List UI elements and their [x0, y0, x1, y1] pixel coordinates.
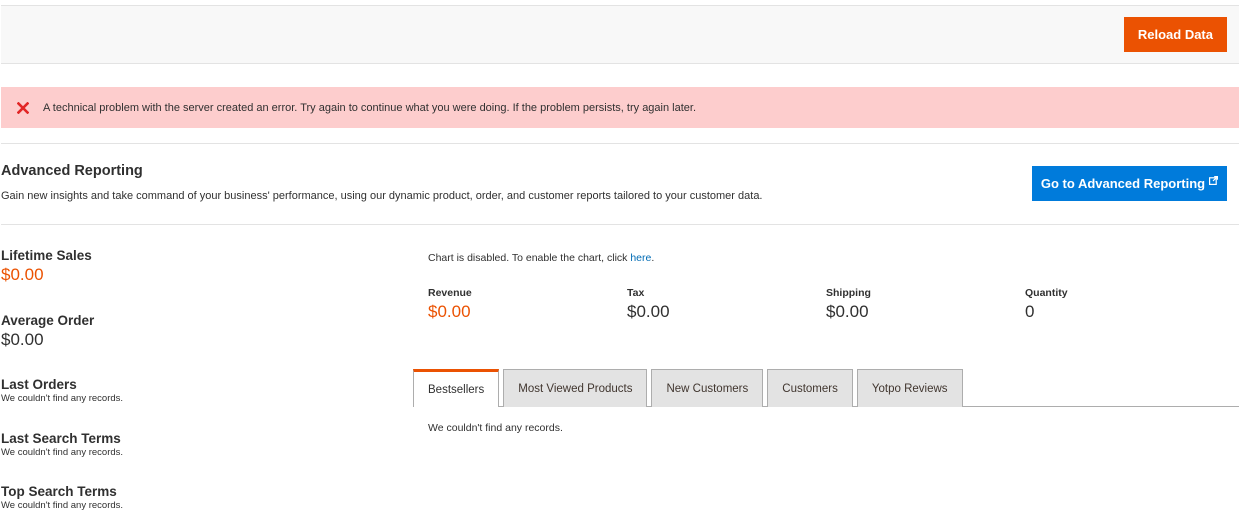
divider [1, 224, 1239, 225]
advanced-reporting-description: Gain new insights and take command of yo… [1, 190, 763, 202]
page-actions-toolbar: Reload Data [1, 5, 1239, 64]
go-to-advanced-reporting-label: Go to Advanced Reporting [1040, 176, 1206, 191]
tab-customers[interactable]: Customers [767, 369, 853, 407]
tax-label: Tax [627, 287, 645, 299]
tab-content-empty-note: We couldn't find any records. [428, 422, 563, 434]
average-order-value: $0.00 [1, 330, 44, 349]
go-to-advanced-reporting-button[interactable]: Go to Advanced Reporting [1032, 166, 1227, 201]
divider [1, 143, 1239, 144]
last-search-terms: Last Search Terms We couldn't find any r… [1, 431, 123, 458]
chart-disabled-note: Chart is disabled. To enable the chart, … [428, 252, 654, 264]
total-tax: Tax $0.00 [627, 287, 670, 322]
lifetime-sales-value: $0.00 [1, 265, 44, 284]
last-orders-title: Last Orders [1, 377, 77, 392]
shipping-value: $0.00 [826, 302, 869, 321]
chart-disabled-text: Chart is disabled. To enable the chart, … [428, 252, 631, 264]
last-search-terms-title: Last Search Terms [1, 431, 121, 446]
quantity-value: 0 [1025, 302, 1035, 321]
last-search-terms-empty-note: We couldn't find any records. [1, 447, 124, 458]
tax-value: $0.00 [627, 302, 670, 321]
shipping-label: Shipping [826, 287, 871, 299]
tab-yotpo-reviews[interactable]: Yotpo Reviews [856, 369, 963, 407]
revenue-label: Revenue [428, 287, 472, 299]
quantity-label: Quantity [1025, 287, 1068, 299]
total-shipping: Shipping $0.00 [826, 287, 871, 322]
enable-chart-link[interactable]: here [630, 252, 651, 264]
total-revenue: Revenue $0.00 [428, 287, 472, 322]
lifetime-sales-title: Lifetime Sales [1, 248, 92, 263]
last-orders-empty-note: We couldn't find any records. [1, 393, 124, 404]
last-orders: Last Orders We couldn't find any records… [1, 377, 123, 404]
error-message-text: A technical problem with the server crea… [43, 101, 697, 114]
total-quantity: Quantity 0 [1025, 287, 1068, 322]
tab-bestsellers[interactable]: Bestsellers [413, 369, 500, 407]
top-search-terms: Top Search Terms We couldn't find any re… [1, 484, 123, 511]
top-search-terms-empty-note: We couldn't find any records. [1, 500, 124, 511]
reload-data-button[interactable]: Reload Data [1123, 17, 1227, 52]
dashboard-tabs: Bestsellers Most Viewed Products New Cus… [413, 369, 967, 407]
external-link-icon [1209, 176, 1219, 185]
error-x-icon [17, 101, 29, 114]
revenue-value: $0.00 [428, 302, 471, 321]
tab-most-viewed-products[interactable]: Most Viewed Products [503, 369, 648, 407]
error-message: A technical problem with the server crea… [1, 87, 1239, 128]
average-order-title: Average Order [1, 313, 95, 328]
chart-disabled-period: . [651, 252, 655, 264]
lifetime-sales: Lifetime Sales $0.00 [1, 248, 92, 285]
advanced-reporting-title: Advanced Reporting [1, 163, 143, 179]
average-order: Average Order $0.00 [1, 313, 94, 350]
top-search-terms-title: Top Search Terms [1, 484, 117, 499]
tab-new-customers[interactable]: New Customers [651, 369, 764, 407]
